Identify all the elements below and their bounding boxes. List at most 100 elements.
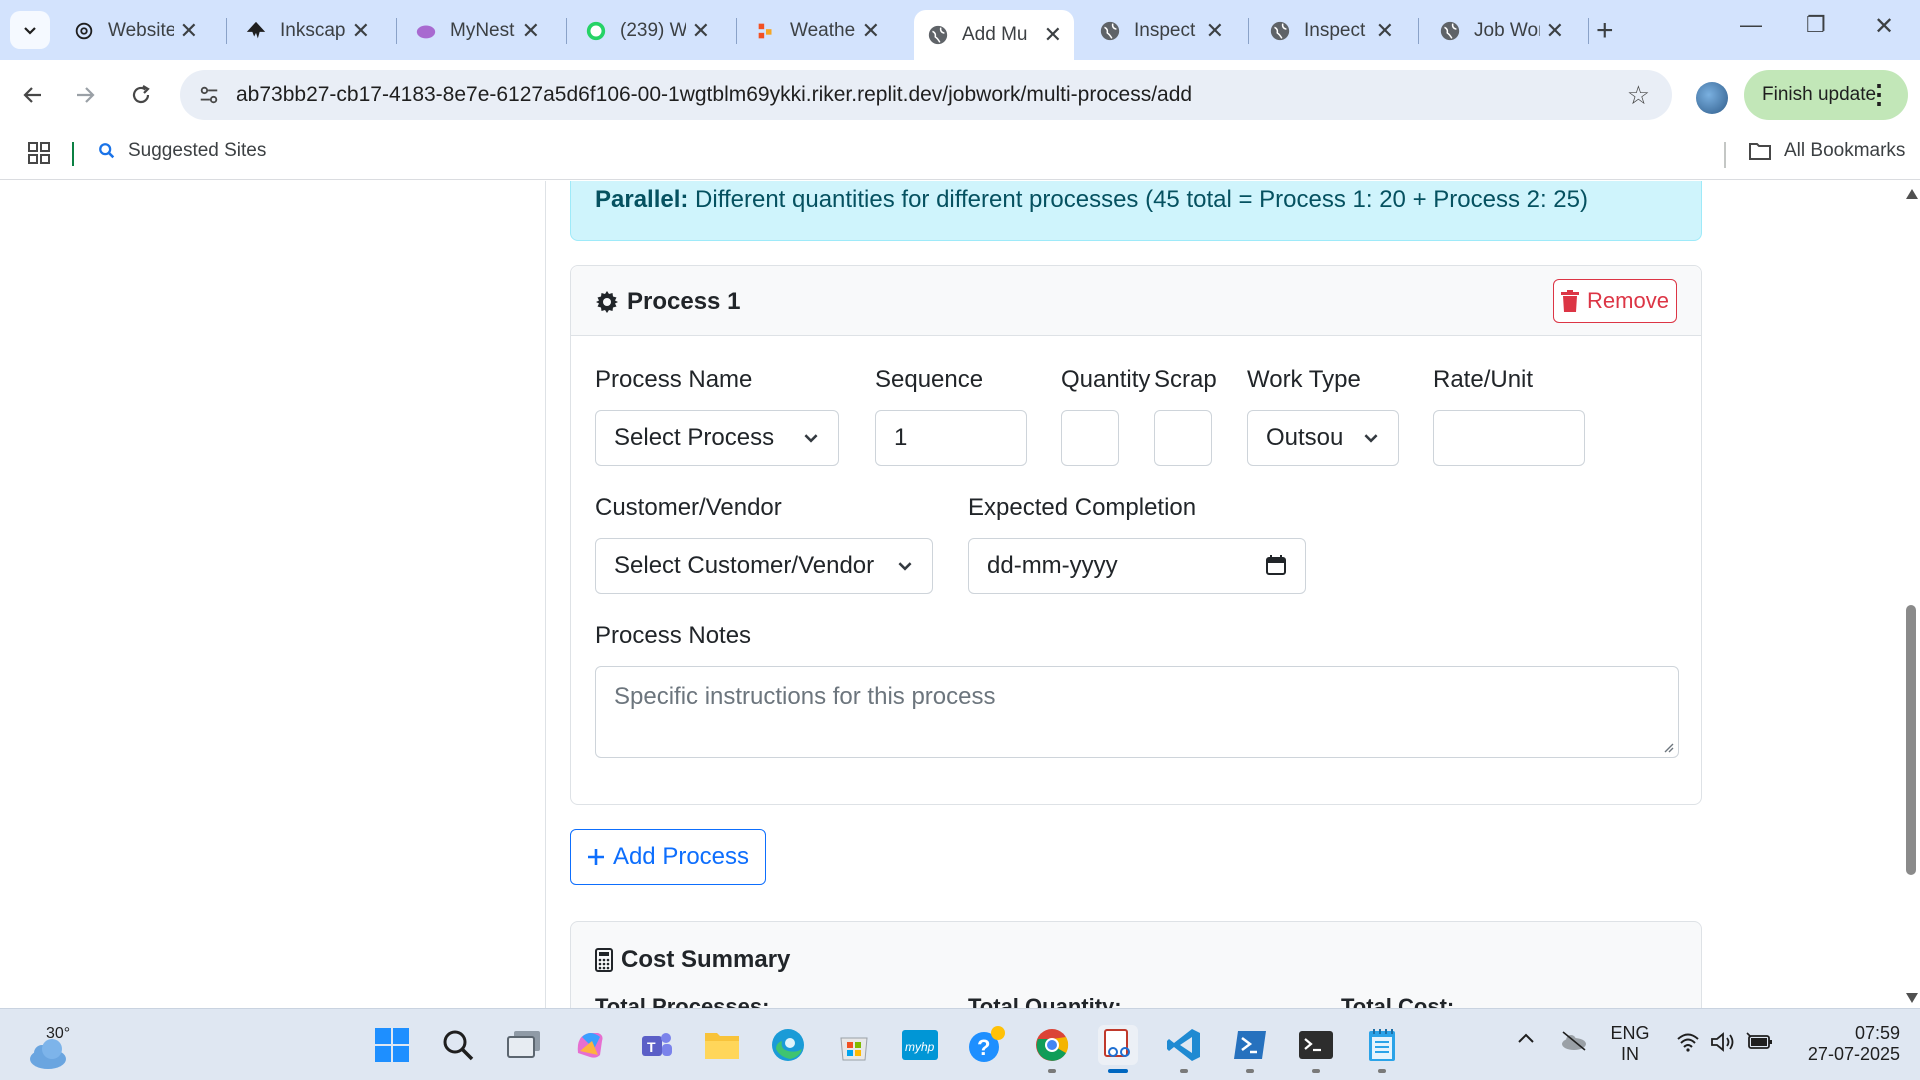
tab-inkscape[interactable]: Inkscape ✕ [232, 10, 382, 52]
close-icon[interactable]: ✕ [1206, 18, 1224, 44]
close-icon[interactable]: ✕ [1376, 18, 1394, 44]
finish-update-button[interactable]: Finish update ⋮ [1744, 70, 1908, 120]
tab-inspect-1[interactable]: Inspect ✕ [1086, 10, 1236, 52]
all-bookmarks-button[interactable]: All Bookmarks [1748, 140, 1905, 162]
task-view-icon[interactable] [504, 1025, 544, 1065]
total-processes-label: Total Processes: [595, 994, 770, 1009]
help-icon[interactable]: ? [966, 1025, 1006, 1065]
notepad-icon[interactable] [1362, 1025, 1402, 1065]
minimize-icon[interactable]: — [1740, 12, 1762, 38]
close-icon[interactable]: ✕ [692, 18, 710, 44]
quantity-input[interactable] [1061, 410, 1119, 466]
chevron-up-icon[interactable] [1516, 1031, 1536, 1050]
gear-icon [596, 291, 618, 313]
weather-widget[interactable]: 30° [26, 1019, 86, 1075]
close-icon[interactable]: ✕ [1546, 18, 1564, 44]
scrap-input[interactable] [1154, 410, 1212, 466]
vscode-icon[interactable] [1164, 1025, 1204, 1065]
battery-icon[interactable] [1746, 1031, 1774, 1058]
tab-whatsapp[interactable]: (239) W ✕ [572, 10, 722, 52]
edge-icon[interactable] [768, 1025, 808, 1065]
tab-weather[interactable]: Weather ✕ [742, 10, 892, 52]
teams-icon[interactable]: T [636, 1025, 676, 1065]
scroll-thumb[interactable] [1906, 605, 1916, 875]
bookmark-star-icon[interactable]: ☆ [1627, 80, 1650, 111]
process-name-label: Process Name [595, 366, 753, 393]
new-tab-icon[interactable]: + [1596, 14, 1614, 48]
scroll-up-arrow-icon[interactable] [1906, 189, 1918, 199]
onedrive-offline-icon[interactable] [1560, 1029, 1588, 1058]
more-vertical-icon: ⋮ [1866, 79, 1892, 109]
language-indicator[interactable]: ENG IN [1606, 1023, 1654, 1065]
tab-website[interactable]: Website ✕ [60, 10, 210, 52]
close-icon[interactable]: ✕ [352, 18, 370, 44]
notes-placeholder: Specific instructions for this process [614, 683, 996, 710]
microsoft-store-icon[interactable] [834, 1025, 874, 1065]
search-icon [99, 143, 115, 159]
close-icon[interactable]: ✕ [862, 18, 880, 44]
forward-button[interactable] [68, 78, 102, 112]
customer-vendor-select[interactable]: Select Customer/Vendor [595, 538, 933, 594]
sequence-input[interactable]: 1 [875, 410, 1027, 466]
running-indicator [1312, 1069, 1320, 1073]
myhp-icon[interactable]: myhp [900, 1025, 940, 1065]
tab-search-button[interactable] [10, 11, 50, 49]
restore-icon[interactable]: ❐ [1806, 12, 1826, 38]
tab-title: Add Mu [962, 24, 1028, 45]
address-bar[interactable]: ab73bb27-cb17-4183-8e7e-6127a5d6f106-00-… [180, 70, 1672, 120]
notes-label: Process Notes [595, 622, 752, 649]
chevron-down-icon [804, 434, 818, 443]
info-alert: Parallel: Different quantities for diffe… [570, 181, 1702, 241]
reload-icon [132, 85, 150, 104]
rate-input[interactable] [1433, 410, 1585, 466]
tab-job-work[interactable]: Job Wor ✕ [1426, 10, 1576, 52]
window-close-icon[interactable]: ✕ [1874, 12, 1894, 41]
process-card: Process 1 Remove Process Name Select Pro… [570, 265, 1702, 805]
tab-separator [1418, 18, 1419, 44]
running-indicator [1246, 1069, 1254, 1073]
remove-process-button[interactable]: Remove [1553, 279, 1677, 323]
tab-separator [736, 18, 737, 44]
tab-inspect-2[interactable]: Inspect ✕ [1256, 10, 1406, 52]
site-settings-icon[interactable] [198, 84, 220, 111]
volume-icon[interactable] [1710, 1031, 1736, 1058]
apps-grid-icon[interactable] [28, 142, 50, 169]
copilot-icon[interactable] [570, 1025, 610, 1065]
close-icon[interactable]: ✕ [522, 18, 540, 44]
browser-toolbar: ab73bb27-cb17-4183-8e7e-6127a5d6f106-00-… [0, 60, 1920, 130]
bookmarks-bar: Suggested Sites All Bookmarks [0, 130, 1920, 180]
process-name-select[interactable]: Select Process [595, 410, 839, 466]
tab-mynest[interactable]: MyNest ✕ [402, 10, 552, 52]
work-type-select[interactable]: Outsou [1247, 410, 1399, 466]
add-process-button[interactable]: Add Process [570, 829, 766, 885]
clock-date: 27-07-2025 [1807, 1044, 1900, 1064]
powershell-icon[interactable] [1230, 1025, 1270, 1065]
calendar-icon[interactable] [1265, 554, 1287, 576]
back-button[interactable] [16, 78, 50, 112]
chrome-icon[interactable] [1032, 1025, 1072, 1065]
snipping-tool-icon[interactable] [1098, 1025, 1138, 1065]
expected-completion-date-input[interactable]: dd-mm-yyyy [968, 538, 1306, 594]
windows-start-icon[interactable] [372, 1025, 412, 1065]
tab-title: (239) W [620, 20, 686, 41]
resize-handle-icon[interactable] [1662, 741, 1674, 753]
finish-update-label: Finish update [1762, 84, 1877, 105]
clock[interactable]: 07:59 27-07-2025 [1790, 1023, 1900, 1065]
close-icon[interactable]: ✕ [1044, 22, 1062, 48]
profile-avatar[interactable] [1696, 82, 1728, 114]
taskbar: 30° T myhp ? ENG IN 07:59 27-07-2025 [0, 1008, 1920, 1080]
wifi-icon[interactable] [1676, 1031, 1700, 1058]
scroll-down-arrow-icon[interactable] [1906, 993, 1918, 1003]
bookmark-suggested-sites[interactable]: Suggested Sites [98, 140, 266, 162]
folder-icon [1749, 143, 1771, 160]
process-notes-textarea[interactable]: Specific instructions for this process [595, 666, 1679, 758]
terminal-icon[interactable] [1296, 1025, 1336, 1065]
running-indicator [1378, 1069, 1386, 1073]
close-icon[interactable]: ✕ [180, 18, 198, 44]
tab-add-multi-process[interactable]: Add Mu ✕ [914, 10, 1074, 60]
process-card-header: Process 1 Remove [571, 266, 1701, 336]
file-explorer-icon[interactable] [702, 1025, 742, 1065]
page-scrollbar[interactable] [1902, 181, 1920, 1009]
reload-button[interactable] [124, 78, 158, 112]
search-icon[interactable] [438, 1025, 478, 1065]
